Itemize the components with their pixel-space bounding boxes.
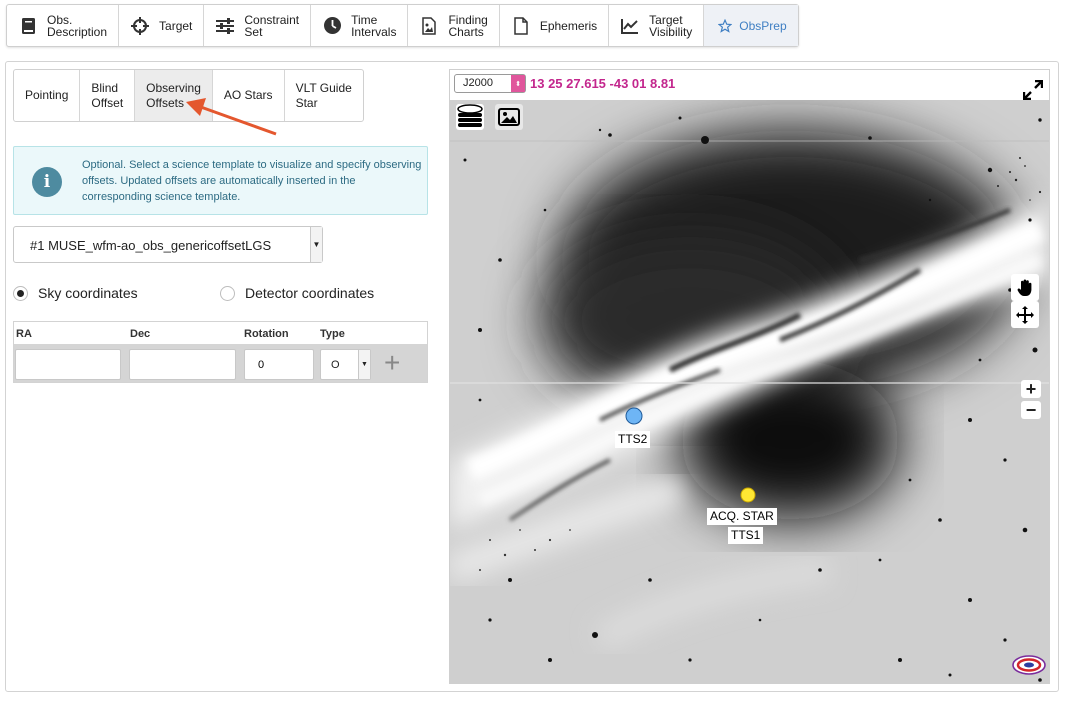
tab-label: Ephemeris: [539, 18, 598, 33]
tab-constraint-set[interactable]: Constraint Set: [204, 5, 312, 46]
ra-header: RA: [16, 328, 32, 340]
subtab-pointing[interactable]: Pointing: [14, 70, 81, 121]
subtab-blind-offset[interactable]: Blind Offset: [80, 70, 136, 121]
pan-button[interactable]: [1011, 274, 1039, 301]
book-icon: [18, 16, 38, 36]
science-template-select[interactable]: #1 MUSE_wfm-ao_obs_genericoffsetLGS ▼: [13, 226, 323, 263]
type-value: O: [331, 359, 340, 371]
sky-coordinates-label: Sky coordinates: [38, 285, 138, 301]
tab-label: Time Intervals: [351, 12, 397, 39]
top-tab-bar: Obs. Description Target Constraint Set T…: [6, 4, 799, 47]
tab-label: Target: [159, 18, 193, 33]
rotation-input[interactable]: [244, 349, 314, 380]
move-button[interactable]: [1011, 301, 1039, 328]
hand-icon: [1017, 279, 1032, 296]
tab-finding-charts[interactable]: Finding Charts: [408, 5, 500, 46]
crosshair-icon: [130, 16, 150, 36]
tab-obs-description[interactable]: Obs. Description: [7, 5, 120, 46]
line-chart-icon: [620, 16, 640, 36]
file-icon: [511, 16, 531, 36]
tab-label: ObsPrep: [739, 18, 787, 33]
layers-button[interactable]: [456, 104, 484, 130]
star-icon: [715, 16, 735, 36]
type-select[interactable]: O ▼: [320, 349, 371, 380]
chevron-down-icon: ▼: [310, 227, 322, 262]
add-offset-button[interactable]: +: [384, 349, 400, 377]
info-text: Optional. Select a science template to v…: [82, 159, 422, 203]
offset-row: O ▼ +: [14, 344, 427, 382]
tab-ephemeris[interactable]: Ephemeris: [500, 5, 610, 46]
radio-dot: [220, 285, 235, 301]
tab-target[interactable]: Target: [119, 5, 205, 46]
dec-header: Dec: [130, 328, 151, 340]
zoom-in-button[interactable]: +: [1021, 379, 1041, 399]
tab-time-intervals[interactable]: Time Intervals: [311, 5, 409, 46]
tab-label: Target Visibility: [649, 12, 693, 39]
chevron-down-icon: ▼: [358, 350, 370, 379]
image-file-icon: [419, 16, 439, 36]
detector-coordinates-radio[interactable]: Detector coordinates: [220, 285, 374, 301]
sky-viewer[interactable]: J2000 ⬍ 13 25 27.615 -43 01 8.81 + − TTS…: [449, 69, 1050, 684]
info-icon: i: [32, 167, 62, 197]
offsets-table: RA Dec Rotation Type O ▼ +: [13, 321, 428, 383]
science-template-value: #1 MUSE_wfm-ao_obs_genericoffsetLGS: [30, 238, 272, 253]
acq-star-label: ACQ. STAR: [707, 508, 777, 525]
sliders-icon: [215, 16, 235, 36]
image-survey-button[interactable]: [495, 104, 523, 130]
sky-image[interactable]: [450, 100, 1050, 684]
fullscreen-icon[interactable]: [1023, 80, 1043, 100]
tab-target-visibility[interactable]: Target Visibility: [609, 5, 705, 46]
tab-label: Finding Charts: [448, 12, 488, 39]
subtab-vlt-guide-star[interactable]: VLT Guide Star: [285, 70, 363, 121]
tts1-label: TTS1: [728, 527, 764, 544]
radio-dot: [13, 285, 28, 301]
chevron-updown-icon: ⬍: [511, 75, 525, 92]
type-header: Type: [320, 328, 345, 340]
tab-obsprep[interactable]: ObsPrep: [704, 5, 798, 46]
tts2-label: TTS2: [615, 431, 651, 448]
annotation-arrow: [186, 98, 277, 136]
move-icon: [1016, 305, 1034, 324]
coord-system-value: J2000: [463, 77, 493, 89]
detector-coordinates-label: Detector coordinates: [245, 285, 375, 301]
aladin-logo: [1012, 655, 1046, 675]
info-alert: i Optional. Select a science template to…: [13, 146, 428, 215]
tab-label: Obs. Description: [47, 12, 108, 39]
image-icon: [498, 108, 520, 126]
rotation-header: Rotation: [244, 328, 289, 340]
tab-label: Constraint Set: [244, 12, 300, 39]
zoom-out-button[interactable]: −: [1021, 400, 1041, 420]
layers-icon: [457, 104, 483, 127]
cursor-coordinates: 13 25 27.615 -43 01 8.81: [530, 76, 676, 91]
ra-input[interactable]: [15, 349, 121, 380]
sky-coordinates-radio[interactable]: Sky coordinates: [13, 285, 138, 301]
clock-icon: [322, 16, 342, 36]
coord-system-select[interactable]: J2000 ⬍: [454, 74, 526, 93]
dec-input[interactable]: [129, 349, 236, 380]
acq-star-marker[interactable]: [739, 486, 757, 504]
tts2-marker[interactable]: [625, 406, 645, 426]
